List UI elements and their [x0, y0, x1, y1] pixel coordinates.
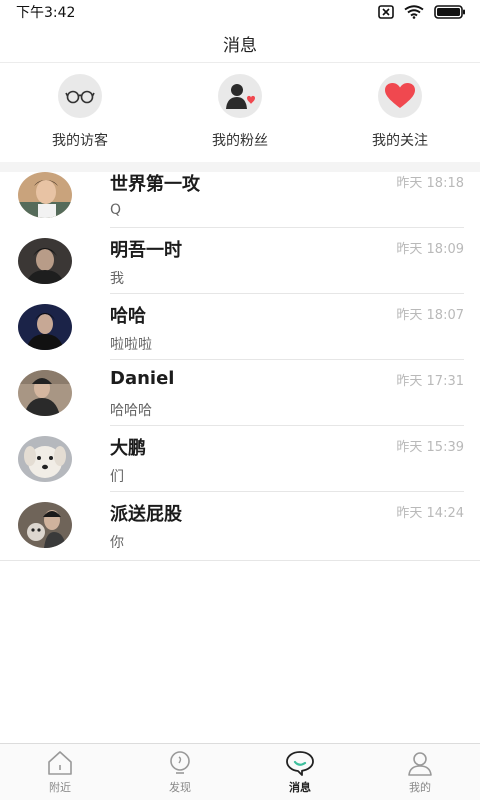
- tab-discover[interactable]: 发现: [120, 744, 240, 800]
- contact-name: Daniel: [110, 368, 175, 389]
- page-title: 消息: [223, 35, 257, 56]
- bulb-icon: [170, 751, 190, 774]
- avatar[interactable]: [18, 238, 72, 284]
- conversation-content: 哈哈 昨天 18:07 啦啦啦: [110, 294, 464, 360]
- conversation-content: 派送屁股 昨天 14:24 你: [110, 492, 464, 558]
- wifi-icon: [404, 5, 424, 19]
- avatar[interactable]: [18, 370, 72, 416]
- contact-name: 派送屁股: [110, 504, 182, 525]
- shortcut-following[interactable]: 我的关注: [320, 62, 480, 162]
- tab-label: 我的: [409, 781, 431, 794]
- tab-label: 消息: [289, 781, 311, 794]
- conversation-row[interactable]: 派送屁股 昨天 14:24 你: [0, 492, 480, 558]
- tab-messages[interactable]: 消息: [240, 744, 360, 800]
- home-icon: [48, 751, 72, 775]
- contact-name: 世界第一攻: [110, 174, 200, 195]
- avatar[interactable]: [18, 502, 72, 548]
- glasses-icon: [58, 74, 102, 118]
- message-time: 昨天 15:39: [396, 440, 464, 455]
- conversation-row[interactable]: 明吾一时 昨天 18:09 我: [0, 228, 480, 294]
- message-time: 昨天 17:31: [396, 374, 464, 389]
- fans-icon: [218, 74, 262, 118]
- message-time: 昨天 18:07: [396, 308, 464, 323]
- contact-name: 明吾一时: [110, 240, 182, 261]
- shortcut-row: 我的访客 我的粉丝 我的关注: [0, 62, 480, 172]
- message-time: 昨天 18:18: [396, 176, 464, 191]
- conversation-content: 世界第一攻 昨天 18:18 Q: [110, 162, 464, 228]
- list-divider: [0, 560, 480, 561]
- message-preview: 哈哈哈: [110, 403, 152, 419]
- avatar[interactable]: [18, 172, 72, 218]
- conversation-content: 明吾一时 昨天 18:09 我: [110, 228, 464, 294]
- conversation-row[interactable]: 世界第一攻 昨天 18:18 Q: [0, 162, 480, 228]
- battery-icon: [434, 5, 465, 19]
- conversation-list: 世界第一攻 昨天 18:18 Q 明吾一时 昨天 18:09 我 哈哈 昨天 1…: [0, 162, 480, 558]
- heart-icon: [378, 74, 422, 118]
- sim-off-icon: [378, 5, 394, 19]
- conversation-content: 大鹏 昨天 15:39 们: [110, 426, 464, 492]
- avatar[interactable]: [18, 436, 72, 482]
- tab-label: 发现: [169, 781, 191, 794]
- message-preview: 我: [110, 271, 124, 287]
- bottom-tab-bar: 附近 发现 消息 我的: [0, 743, 480, 800]
- shortcut-label: 我的关注: [372, 133, 428, 149]
- status-icons: [378, 5, 466, 19]
- chat-bubble-icon: [286, 751, 314, 776]
- contact-name: 大鹏: [110, 438, 146, 459]
- shortcut-label: 我的访客: [52, 133, 108, 149]
- title-bar: 消息: [0, 24, 480, 63]
- message-preview: 们: [110, 469, 124, 485]
- tab-nearby[interactable]: 附近: [0, 744, 120, 800]
- conversation-content: Daniel 昨天 17:31 哈哈哈: [110, 360, 464, 426]
- message-preview: 你: [110, 535, 124, 551]
- conversation-row[interactable]: Daniel 昨天 17:31 哈哈哈: [0, 360, 480, 426]
- contact-name: 哈哈: [110, 306, 146, 327]
- avatar[interactable]: [18, 304, 72, 350]
- conversation-row[interactable]: 大鹏 昨天 15:39 们: [0, 426, 480, 492]
- status-bar: 下午3:42: [0, 0, 480, 24]
- shortcut-visitors[interactable]: 我的访客: [0, 62, 160, 162]
- message-preview: 啦啦啦: [110, 337, 152, 353]
- shortcut-fans[interactable]: 我的粉丝: [160, 62, 320, 162]
- profile-icon: [408, 752, 432, 776]
- conversation-row[interactable]: 哈哈 昨天 18:07 啦啦啦: [0, 294, 480, 360]
- tab-label: 附近: [49, 781, 71, 794]
- shortcut-label: 我的粉丝: [212, 133, 268, 149]
- tab-me[interactable]: 我的: [360, 744, 480, 800]
- message-preview: Q: [110, 202, 122, 218]
- message-time: 昨天 18:09: [396, 242, 464, 257]
- message-time: 昨天 14:24: [396, 506, 464, 521]
- status-time: 下午3:42: [16, 5, 76, 21]
